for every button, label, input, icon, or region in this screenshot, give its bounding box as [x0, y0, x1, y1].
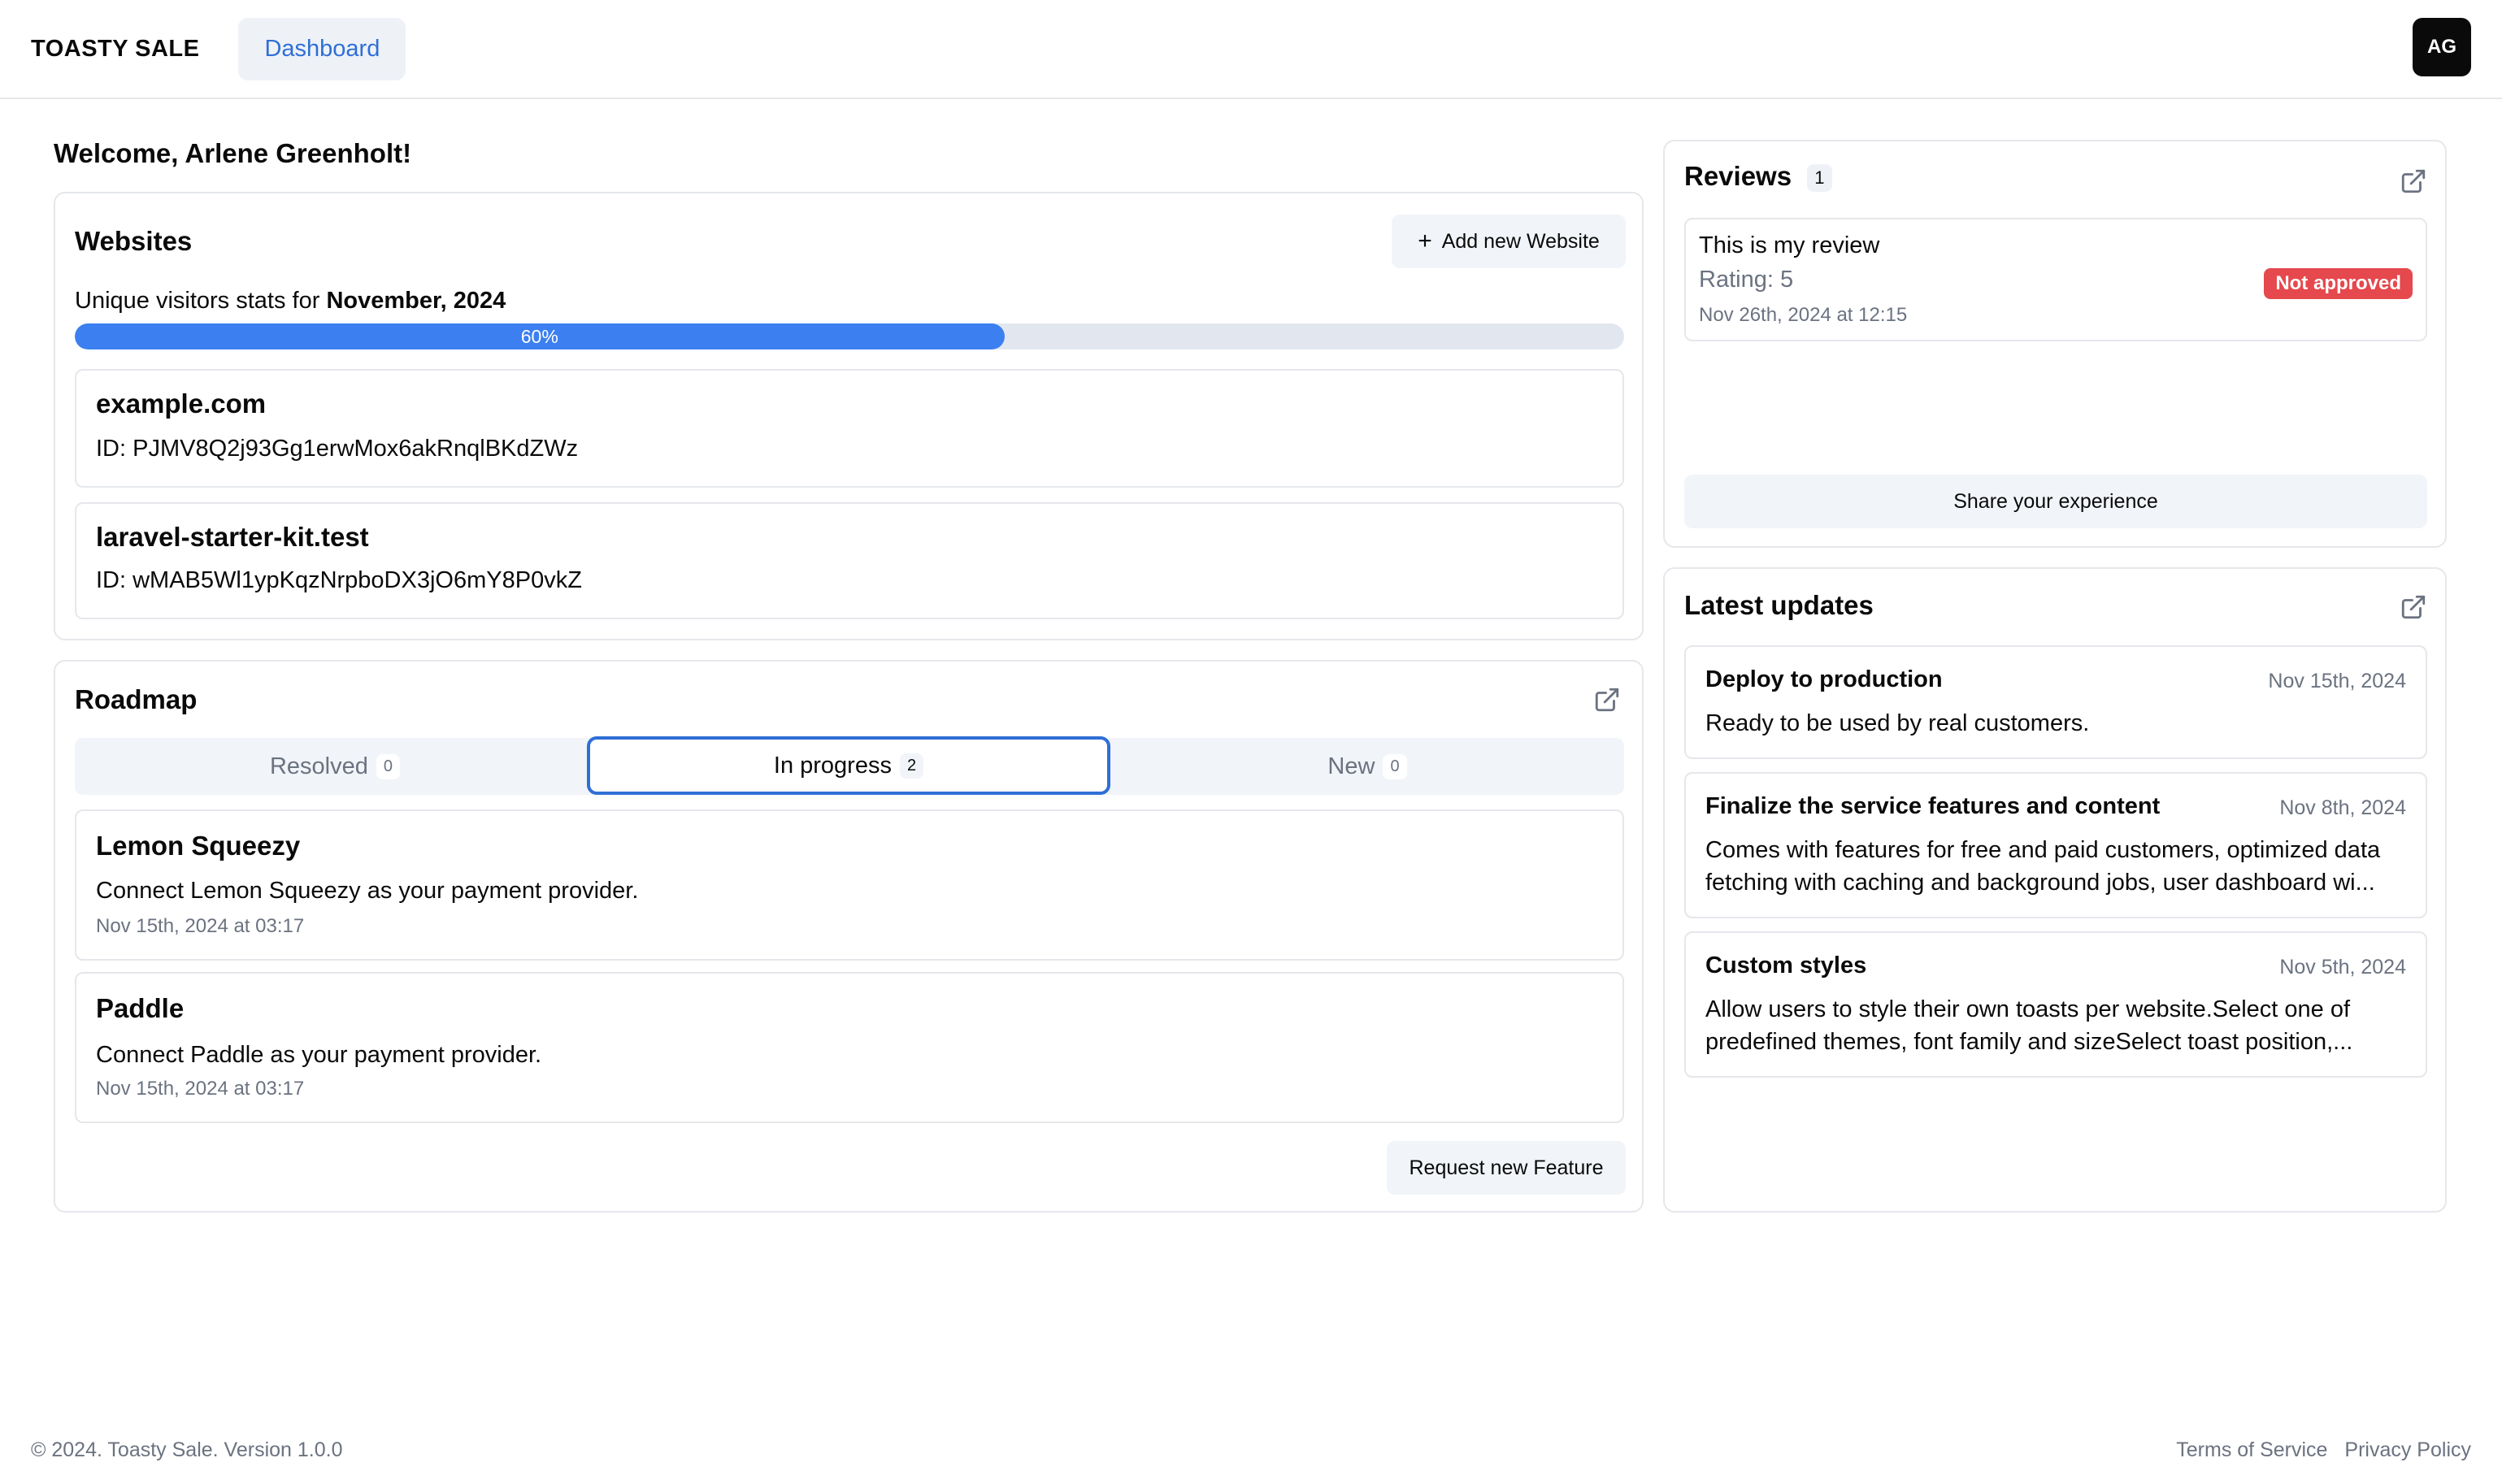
review-date: Nov 26th, 2024 at 12:15: [1699, 304, 1908, 326]
tab-in-progress[interactable]: In progress 2: [587, 736, 1110, 795]
update-title: Finalize the service features and conten…: [1705, 793, 2161, 819]
roadmap-item[interactable]: Paddle Connect Paddle as your payment pr…: [75, 972, 1624, 1123]
visitors-stats-text: Unique visitors stats for November, 2024: [75, 288, 506, 315]
update-desc-line1: Comes with features for free and paid cu…: [1705, 837, 2381, 863]
roadmap-item-title: Lemon Squeezy: [96, 831, 301, 861]
tab-resolved[interactable]: Resolved 0: [75, 738, 595, 795]
top-navbar: TOASTY SALE Dashboard AG: [0, 0, 2502, 99]
external-link-icon[interactable]: [2400, 167, 2427, 195]
footer-links: Terms of Service Privacy Policy: [2176, 1438, 2471, 1462]
external-link-icon[interactable]: [1593, 686, 1621, 714]
roadmap-card: Roadmap Resolved 0 In progress 2 New 0 L…: [54, 660, 1644, 1213]
tab-new[interactable]: New 0: [1110, 738, 1624, 795]
review-text: This is my review: [1699, 232, 1880, 258]
progress-label: 60%: [520, 325, 558, 347]
websites-card: Websites + Add new Website Unique visito…: [54, 192, 1644, 640]
reviews-count-badge: 1: [1807, 164, 1832, 193]
update-date: Nov 5th, 2024: [2279, 956, 2406, 978]
update-desc-line1: Ready to be used by real customers.: [1705, 710, 2090, 736]
request-feature-button[interactable]: Request new Feature: [1387, 1141, 1626, 1195]
terms-link[interactable]: Terms of Service: [2176, 1438, 2327, 1461]
privacy-link[interactable]: Privacy Policy: [2344, 1438, 2471, 1461]
updates-title: Latest updates: [1684, 590, 1874, 620]
update-title: Deploy to production: [1705, 666, 1943, 692]
tab-in-progress-label: In progress: [773, 752, 892, 779]
stats-period: November, 2024: [326, 288, 506, 314]
brand-logo[interactable]: TOASTY SALE: [31, 36, 199, 63]
add-website-button[interactable]: + Add new Website: [1392, 215, 1626, 268]
update-item[interactable]: Custom styles Nov 5th, 2024 Allow users …: [1684, 931, 2427, 1078]
visitors-progress-bar: 60%: [75, 323, 1624, 349]
website-name: example.com: [96, 388, 267, 419]
websites-title: Websites: [75, 226, 193, 256]
update-title: Custom styles: [1705, 952, 1867, 978]
roadmap-item-date: Nov 15th, 2024 at 03:17: [96, 915, 305, 937]
tab-in-progress-count: 2: [899, 753, 924, 779]
reviews-card: Reviews 1 This is my review Rating: 5 No…: [1663, 140, 2447, 548]
tab-resolved-label: Resolved: [269, 753, 368, 779]
review-item[interactable]: This is my review Rating: 5 Not approved…: [1684, 218, 2427, 341]
website-name: laravel-starter-kit.test: [96, 522, 369, 552]
update-date: Nov 15th, 2024: [2268, 670, 2406, 692]
update-item[interactable]: Finalize the service features and conten…: [1684, 772, 2427, 918]
roadmap-item-title: Paddle: [96, 993, 185, 1023]
roadmap-item-date: Nov 15th, 2024 at 03:17: [96, 1078, 305, 1100]
nav-tab-dashboard[interactable]: Dashboard: [238, 17, 406, 80]
user-avatar[interactable]: AG: [2413, 18, 2471, 76]
tab-new-count: 0: [1383, 753, 1407, 779]
update-desc-line2: fetching with caching and background job…: [1705, 870, 2375, 896]
update-date: Nov 8th, 2024: [2279, 796, 2406, 819]
tab-new-label: New: [1327, 753, 1375, 779]
tab-resolved-count: 0: [376, 753, 401, 779]
website-id: ID: PJMV8Q2j93Gg1erwMox6akRnqlBKdZWz: [96, 436, 579, 462]
website-item[interactable]: laravel-starter-kit.test ID: wMAB5Wl1ypK…: [75, 502, 1624, 619]
website-id: ID: wMAB5Wl1ypKqzNrpboDX3jO6mY8P0vkZ: [96, 567, 582, 593]
roadmap-item[interactable]: Lemon Squeezy Connect Lemon Squeezy as y…: [75, 809, 1624, 961]
update-item[interactable]: Deploy to production Nov 15th, 2024 Read…: [1684, 645, 2427, 759]
footer-copyright: © 2024. Toasty Sale. Version 1.0.0: [31, 1438, 343, 1461]
roadmap-title: Roadmap: [75, 684, 198, 714]
progress-fill: 60%: [75, 323, 1005, 349]
update-desc-line2: predefined themes, font family and sizeS…: [1705, 1029, 2353, 1055]
external-link-icon[interactable]: [2400, 593, 2427, 621]
reviews-title-text: Reviews: [1684, 161, 1792, 191]
review-rating: Rating: 5: [1699, 267, 1794, 293]
website-item[interactable]: example.com ID: PJMV8Q2j93Gg1erwMox6akRn…: [75, 369, 1624, 488]
review-status-badge: Not approved: [2264, 268, 2413, 299]
update-desc-line1: Allow users to style their own toasts pe…: [1705, 996, 2351, 1022]
share-experience-button[interactable]: Share your experience: [1684, 475, 2427, 528]
reviews-title: Reviews 1: [1684, 161, 1832, 193]
stats-prefix: Unique visitors stats for: [75, 288, 320, 314]
roadmap-item-desc: Connect Paddle as your payment provider.: [96, 1042, 542, 1068]
add-website-label: Add new Website: [1441, 229, 1600, 253]
latest-updates-card: Latest updates Deploy to production Nov …: [1663, 567, 2447, 1213]
roadmap-tabs: Resolved 0 In progress 2 New 0: [75, 736, 1624, 795]
plus-icon: +: [1418, 228, 1432, 254]
welcome-heading: Welcome, Arlene Greenholt!: [54, 138, 412, 168]
roadmap-item-desc: Connect Lemon Squeezy as your payment pr…: [96, 878, 639, 904]
